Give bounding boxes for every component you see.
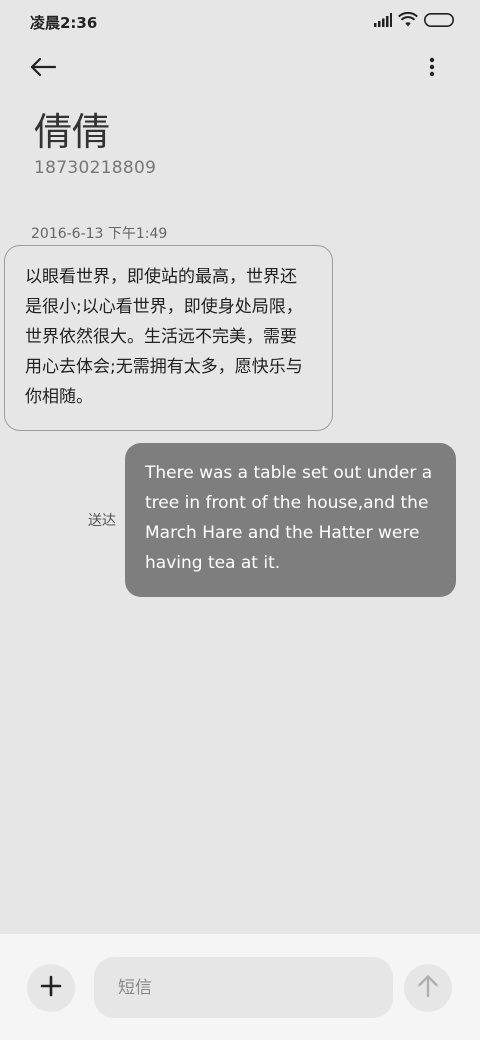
contact-number: 18730218809 xyxy=(34,158,157,178)
message-input[interactable] xyxy=(94,957,393,1018)
incoming-message-text: 以眼看世界，即使站的最高，世界还是很小;以心看世界，即使身处局限，世界依然很大。… xyxy=(25,267,303,407)
send-button[interactable] xyxy=(404,964,452,1012)
arrow-up-icon xyxy=(417,974,439,1002)
delivery-status-label: 送达 xyxy=(88,513,116,529)
contact-name: 倩倩 xyxy=(34,110,111,154)
outgoing-message-bubble[interactable]: There was a table set out under a tree i… xyxy=(125,443,456,597)
outgoing-message-text: There was a table set out under a tree i… xyxy=(145,463,433,573)
battery-icon xyxy=(424,12,454,31)
back-button[interactable] xyxy=(30,52,70,86)
plus-icon xyxy=(40,975,62,1001)
message-date-stamp: 2016-6-13 下午1:49 xyxy=(31,226,168,242)
more-options-button[interactable] xyxy=(420,52,444,86)
status-icons xyxy=(374,11,454,31)
message-composer xyxy=(0,934,480,1040)
add-attachment-button[interactable] xyxy=(27,964,75,1012)
more-vertical-icon xyxy=(429,57,435,81)
signal-icon xyxy=(374,12,392,31)
arrow-left-icon xyxy=(30,57,57,81)
incoming-message-bubble[interactable]: 以眼看世界，即使站的最高，世界还是很小;以心看世界，即使身处局限，世界依然很大。… xyxy=(4,245,333,431)
wifi-icon xyxy=(398,11,418,31)
status-bar: 凌晨2:36 xyxy=(0,0,480,42)
status-time: 凌晨2:36 xyxy=(30,14,98,32)
